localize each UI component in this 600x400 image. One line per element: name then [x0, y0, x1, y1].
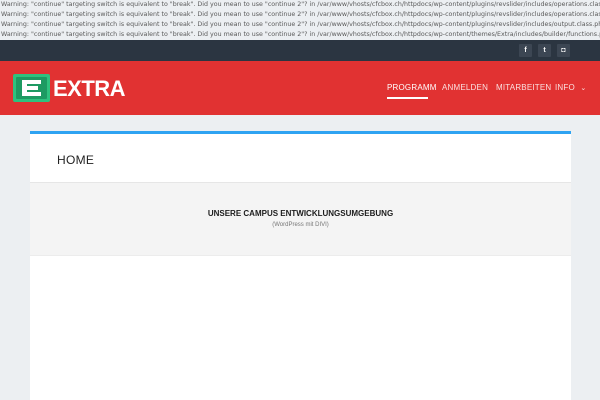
section-heading: UNSERE CAMPUS ENTWICKLUNGSUMGEBUNG: [207, 209, 394, 218]
nav-item-programm[interactable]: PROGRAMM: [387, 82, 437, 94]
logo-icon[interactable]: [13, 74, 50, 102]
section-subtitle: (WordPress mit DIVI): [272, 222, 329, 228]
php-warnings: Warning: "continue" targeting switch is …: [0, 0, 600, 40]
content-card: HOME UNSERE CAMPUS ENTWICKLUNGSUMGEBUNG …: [30, 131, 571, 400]
php-warning-line: Warning: "continue" targeting switch is …: [1, 31, 600, 38]
php-warning-line: Warning: "continue" targeting switch is …: [1, 11, 600, 18]
nav-item-info-label: INFO: [555, 83, 575, 92]
top-bar: f t ◘: [0, 40, 600, 61]
php-warning-line: Warning: "continue" targeting switch is …: [1, 21, 600, 28]
site-header: EXTRA PROGRAMM ANMELDEN MITARBEITEN INFO…: [0, 61, 600, 115]
nav-item-anmelden[interactable]: ANMELDEN: [442, 82, 488, 94]
page-title: HOME: [57, 153, 95, 167]
php-warning-line: Warning: "continue" targeting switch is …: [1, 1, 600, 8]
nav-item-info[interactable]: INFO ⌄: [555, 82, 586, 95]
chevron-down-icon: ⌄: [580, 85, 587, 92]
facebook-icon[interactable]: f: [519, 44, 532, 57]
intro-section: UNSERE CAMPUS ENTWICKLUNGSUMGEBUNG (Word…: [30, 183, 571, 256]
logo-text[interactable]: EXTRA: [53, 75, 126, 102]
instagram-icon[interactable]: ◘: [557, 44, 570, 57]
twitter-icon[interactable]: t: [538, 44, 551, 57]
nav-item-mitarbeiten[interactable]: MITARBEITEN: [496, 82, 551, 94]
nav-active-indicator: [387, 97, 428, 99]
